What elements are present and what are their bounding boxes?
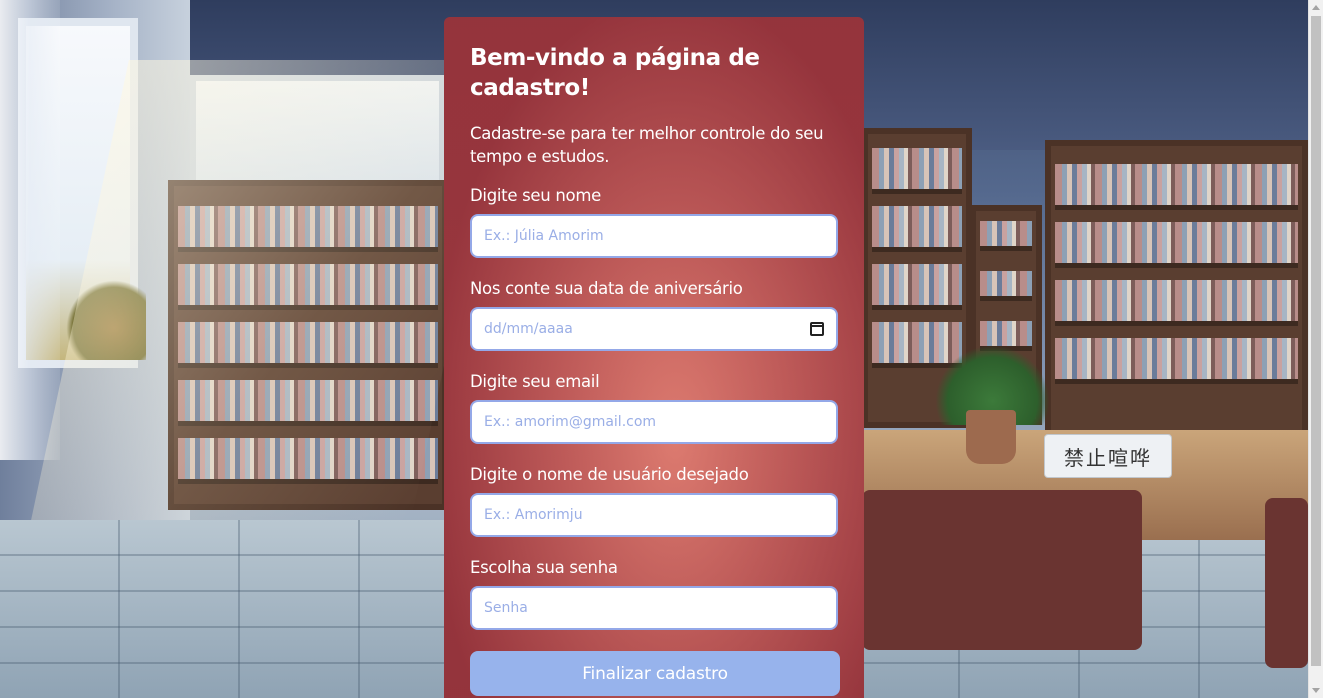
table-sign: 禁止喧哗 [1044,434,1172,478]
vertical-scrollbar[interactable] [1308,0,1323,698]
scroll-down-arrow-icon[interactable] [1312,688,1320,693]
submit-button[interactable]: Finalizar cadastro [470,651,840,696]
email-input-placeholder: Ex.: amorim@gmail.com [484,414,657,430]
email-input[interactable]: Ex.: amorim@gmail.com [470,400,838,444]
page-title: Bem-vindo a página de cadastro! [470,45,760,101]
signup-card: Bem-vindo a página de cadastro! Cadastre… [444,17,864,698]
password-input[interactable]: Senha [470,586,838,630]
name-input[interactable]: Ex.: Júlia Amorim [470,214,838,258]
birthday-date-input[interactable]: dd/mm/aaaa [470,307,838,351]
bookshelf-right [1045,140,1308,440]
curtain [0,0,60,460]
calendar-icon[interactable] [810,322,824,336]
scroll-up-arrow-icon[interactable] [1312,5,1320,10]
email-label: Digite seu email [470,372,600,391]
page-subtitle: Cadastre-se para ter melhor controle do … [470,124,824,166]
birthday-input-placeholder: dd/mm/aaaa [484,321,573,337]
username-input-placeholder: Ex.: Amorimju [484,507,583,523]
name-input-placeholder: Ex.: Júlia Amorim [484,228,604,244]
password-input-placeholder: Senha [484,600,528,616]
username-input[interactable]: Ex.: Amorimju [470,493,838,537]
name-label: Digite seu nome [470,186,601,205]
password-label: Escolha sua senha [470,558,618,577]
scrollbar-thumb[interactable] [1311,16,1321,666]
plant-pot [966,410,1016,464]
username-label: Digite o nome de usuário desejado [470,465,749,484]
chair [1265,498,1308,668]
chair [862,490,1142,650]
birthday-label: Nos conte sua data de aniversário [470,279,743,298]
